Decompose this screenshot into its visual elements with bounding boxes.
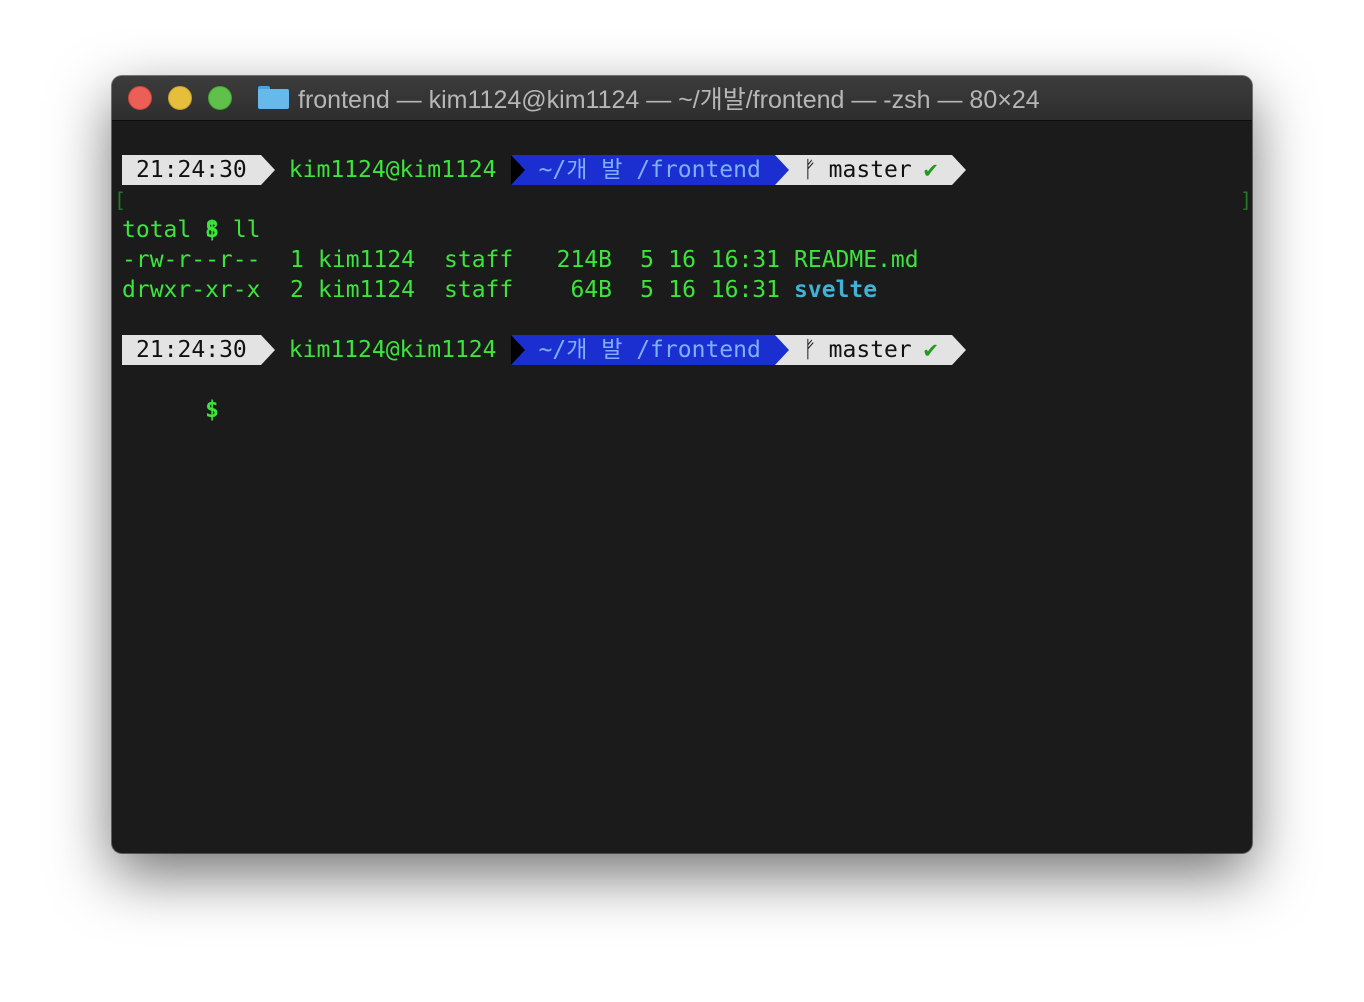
ls-name[interactable]: README.md [794, 245, 919, 275]
ls-name-directory[interactable]: svelte [794, 275, 877, 305]
close-button[interactable] [128, 86, 152, 110]
git-clean-icon: ✔ [923, 337, 938, 363]
ls-group: staff [444, 247, 514, 273]
ls-month: 5 [640, 247, 654, 273]
window-title-text: frontend — kim1124@kim1124 — ~/개발/fronte… [298, 86, 1040, 114]
prompt-line: 21:24:30 kim1124@kim1124 ~/개 발 /frontend… [122, 155, 1242, 185]
bracket-open: [ [114, 188, 127, 212]
prompt-user: kim1124@kim1124 [274, 335, 511, 365]
git-branch-icon: ᚠ [802, 157, 817, 183]
prompt-branch: master [828, 337, 912, 363]
ls-time: 16:31 [710, 247, 780, 273]
zoom-button[interactable] [208, 86, 232, 110]
prompt-line: 21:24:30 kim1124@kim1124 ~/개 발 /frontend… [122, 335, 1242, 365]
ls-size: 214B [556, 247, 612, 273]
window-title: frontend — kim1124@kim1124 — ~/개발/fronte… [258, 83, 1040, 114]
prompt-branch: master [828, 157, 912, 183]
ls-row: -rw-r--r-- 1 kim1124 staff 214B 5 16 16:31 READM… [122, 245, 1242, 275]
prompt-git: ᚠ master ✔ [788, 335, 952, 365]
command-line: [$ ll ] [114, 185, 1252, 243]
ls-month: 5 [640, 277, 654, 303]
ls-perms: drwxr-xr-x [122, 277, 261, 303]
segment-separator [951, 155, 966, 185]
segment-separator [260, 155, 275, 185]
ls-links: 2 [290, 277, 304, 303]
prompt-time: 21:24:30 [122, 155, 261, 185]
segment-separator [510, 335, 525, 365]
segment-separator [774, 335, 789, 365]
ls-row: drwxr-xr-x 2 kim1124 staff 64B 5 16 16:31 svelte [122, 275, 1242, 305]
prompt-path: ~/개 발 /frontend [524, 335, 775, 365]
prompt-time: 21:24:30 [122, 335, 261, 365]
output-total: total 8 [122, 217, 219, 243]
prompt-user: kim1124@kim1124 [274, 155, 511, 185]
terminal-window: frontend — kim1124@kim1124 — ~/개발/fronte… [112, 76, 1252, 853]
ls-owner: kim1124 [318, 277, 415, 303]
ls-links: 1 [290, 247, 304, 273]
segment-separator [510, 155, 525, 185]
ls-owner: kim1124 [318, 247, 415, 273]
prompt-symbol: $ [205, 397, 219, 423]
ls-perms: -rw-r--r-- [122, 247, 261, 273]
segment-separator [951, 335, 966, 365]
minimize-button[interactable] [168, 86, 192, 110]
segment-separator [260, 335, 275, 365]
git-branch-icon: ᚠ [802, 337, 817, 363]
folder-icon [258, 86, 289, 110]
git-clean-icon: ✔ [923, 157, 938, 183]
ls-day: 16 [668, 247, 696, 273]
prompt-path: ~/개 발 /frontend [524, 155, 775, 185]
ls-size: 64B [570, 277, 612, 303]
ls-day: 16 [668, 277, 696, 303]
title-bar[interactable]: frontend — kim1124@kim1124 — ~/개발/fronte… [112, 76, 1252, 121]
ls-group: staff [444, 277, 514, 303]
bracket-close: ] [1240, 188, 1252, 212]
segment-separator [774, 155, 789, 185]
input-line[interactable]: $ [122, 365, 1242, 423]
terminal-content[interactable]: 21:24:30 kim1124@kim1124 ~/개 발 /frontend… [114, 155, 1252, 423]
prompt-git: ᚠ master ✔ [788, 155, 952, 185]
ls-time: 16:31 [710, 277, 780, 303]
